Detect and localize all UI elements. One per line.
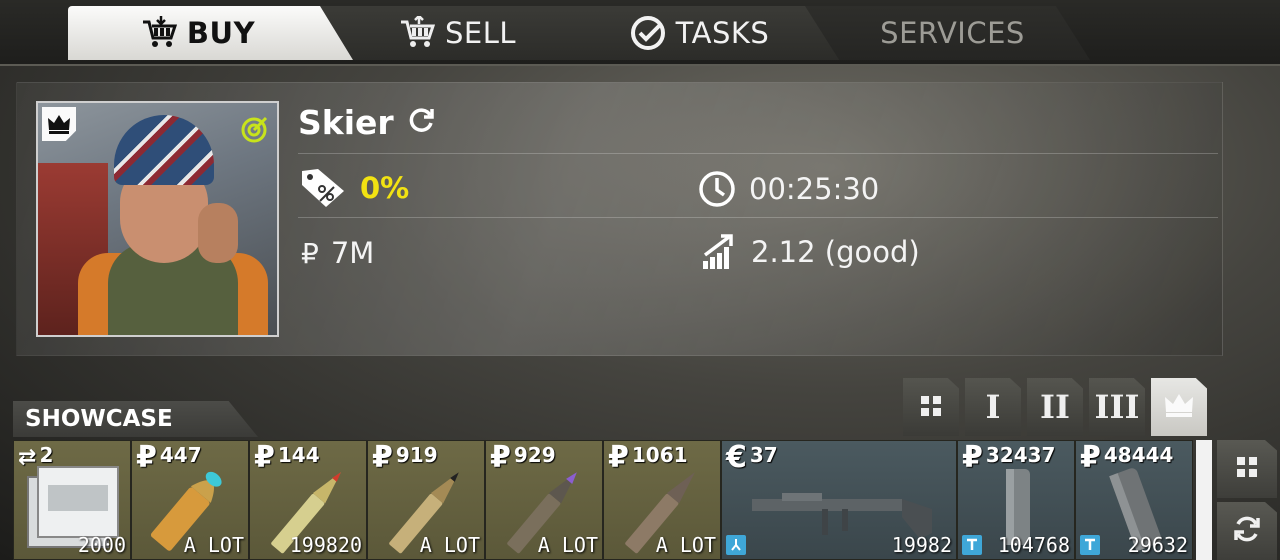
- item-price: ₽1061: [608, 440, 688, 475]
- trader-portrait: [36, 101, 279, 337]
- item-quantity: A LOT: [537, 533, 598, 557]
- trader-name-text: Skier: [298, 103, 394, 142]
- modification-badge-icon: [726, 535, 746, 555]
- showcase-grid: ⇄ 2 2000 ₽447 A LOT ₽144 199820 ₽919 A LO…: [13, 440, 1213, 560]
- showcase-label: SHOWCASE: [13, 401, 258, 437]
- target-icon: [239, 115, 269, 145]
- tab-tasks-label: TASKS: [675, 16, 770, 50]
- item-quantity: A LOT: [655, 533, 716, 557]
- item-price: ₽32437: [962, 440, 1056, 475]
- trader-name: Skier: [298, 103, 436, 142]
- discount-tag-icon: [298, 167, 348, 209]
- grid-view-button[interactable]: [1217, 440, 1277, 498]
- discount-value: 0%: [360, 171, 410, 205]
- filter-level-4-button[interactable]: [1151, 378, 1207, 436]
- crown-icon: [42, 107, 76, 141]
- showcase-item[interactable]: ⇄ 2 2000: [13, 440, 131, 560]
- showcase-item[interactable]: ₽1061 A LOT: [603, 440, 721, 560]
- showcase-item[interactable]: €37 19982: [721, 440, 957, 560]
- tactical-badge-icon: [962, 535, 982, 555]
- item-quantity: 29632: [1127, 533, 1188, 557]
- standing-stat: 2.12 (good): [701, 233, 920, 271]
- timer-value: 00:25:30: [749, 172, 880, 206]
- showcase-item[interactable]: ₽447 A LOT: [131, 440, 249, 560]
- refresh-icon[interactable]: [408, 103, 436, 142]
- tab-tasks[interactable]: TASKS: [557, 6, 842, 60]
- item-quantity: 199820: [289, 533, 362, 557]
- showcase-scrollbar[interactable]: [1196, 440, 1212, 560]
- barter-icon: ⇄: [18, 445, 37, 470]
- funds-stat: ₽ 7M: [301, 236, 374, 270]
- tab-services[interactable]: SERVICES: [805, 6, 1090, 60]
- tab-buy[interactable]: BUY: [68, 6, 358, 60]
- item-price: ₽929: [490, 440, 556, 475]
- tab-sell[interactable]: SELL: [320, 6, 595, 60]
- level-filters: I II III: [903, 378, 1207, 436]
- tab-sell-label: SELL: [444, 16, 517, 50]
- tab-buy-label: BUY: [186, 16, 256, 50]
- item-quantity: 2000: [77, 533, 126, 557]
- filter-level-3-button[interactable]: III: [1089, 378, 1145, 436]
- grid-icon: [1235, 455, 1259, 483]
- filter-all-button[interactable]: [903, 378, 959, 436]
- showcase-item[interactable]: ₽48444 29632: [1075, 440, 1193, 560]
- standing-chart-icon: [701, 233, 739, 271]
- item-quantity: A LOT: [419, 533, 480, 557]
- item-price: ₽48444: [1080, 440, 1174, 475]
- tab-services-label: SERVICES: [880, 16, 1025, 50]
- euro-icon: €: [726, 440, 747, 475]
- timer-stat: 00:25:30: [697, 169, 879, 209]
- showcase-item[interactable]: ₽144 199820: [249, 440, 367, 560]
- item-price: ₽447: [136, 440, 202, 475]
- check-circle-icon: [630, 15, 666, 51]
- tactical-badge-icon: [1080, 535, 1100, 555]
- grid-icon: [919, 388, 943, 426]
- standing-value: 2.12 (good): [751, 235, 920, 269]
- item-quantity: 104768: [997, 533, 1070, 557]
- item-price: ₽919: [372, 440, 438, 475]
- item-price: ⇄ 2: [18, 443, 53, 473]
- showcase-item[interactable]: ₽32437 104768: [957, 440, 1075, 560]
- trader-info-panel: Skier 0% 00:25:30 ₽ 7M 2.12 (good): [16, 82, 1223, 356]
- item-quantity: 19982: [891, 533, 952, 557]
- filter-level-2-button[interactable]: II: [1027, 378, 1083, 436]
- cart-download-icon: [141, 16, 177, 50]
- filter-level-1-button[interactable]: I: [965, 378, 1021, 436]
- showcase-item[interactable]: ₽929 A LOT: [485, 440, 603, 560]
- showcase-item[interactable]: ₽919 A LOT: [367, 440, 485, 560]
- ruble-icon: ₽: [301, 236, 319, 270]
- crown-icon: [1163, 388, 1195, 426]
- item-price: ₽144: [254, 440, 320, 475]
- swap-button[interactable]: [1217, 502, 1277, 560]
- item-quantity: A LOT: [183, 533, 244, 557]
- trader-tab-bar: BUY SELL TASKS SERVICES: [0, 0, 1280, 66]
- discount-stat: 0%: [298, 167, 409, 209]
- item-price: €37: [726, 440, 778, 475]
- clock-icon: [697, 169, 737, 209]
- cart-upload-icon: [399, 16, 435, 50]
- swap-arrows-icon: [1232, 514, 1262, 548]
- funds-value: 7M: [330, 236, 375, 270]
